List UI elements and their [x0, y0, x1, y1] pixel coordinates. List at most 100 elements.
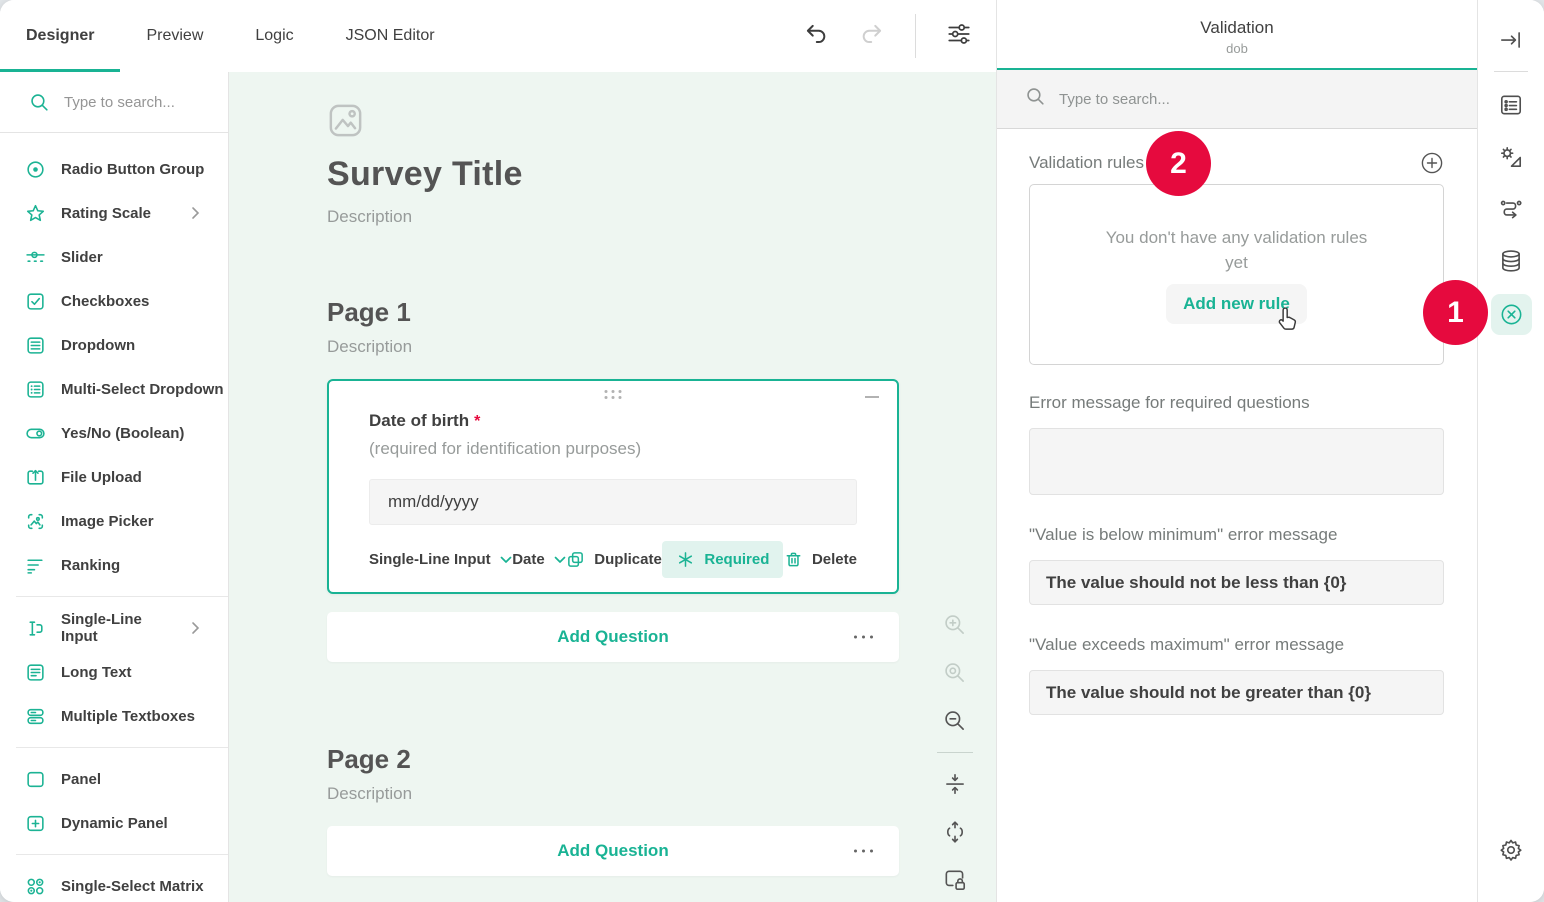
- toolbox-item-label: Panel: [61, 771, 101, 788]
- required-asterisk: *: [474, 413, 480, 430]
- collapse-question-icon[interactable]: [865, 396, 879, 398]
- dynamic-panel-icon: [25, 813, 46, 834]
- toolbox-item-label: Single-Select Matrix: [61, 878, 204, 895]
- tab-json-editor[interactable]: JSON Editor: [320, 0, 461, 72]
- toolbox-item-label: Dropdown: [61, 337, 135, 354]
- panel-icon: [25, 769, 46, 790]
- undo-button[interactable]: [803, 23, 829, 49]
- checkboxes-icon: [25, 291, 46, 312]
- survey-creator-window: Designer Preview Logic JSON Editor: [0, 0, 1544, 902]
- toolbox-item-label: Single-Line Input: [61, 611, 176, 645]
- dropdown-icon: [25, 335, 46, 356]
- tab-logic[interactable]: Logic: [229, 0, 319, 72]
- data-icon[interactable]: [1498, 248, 1524, 274]
- toolbox-item-label: Multiple Textboxes: [61, 708, 195, 725]
- settings-gear-icon[interactable]: [1498, 837, 1524, 863]
- zoom-in-icon[interactable]: [942, 612, 968, 638]
- max-error-label: "Value exceeds maximum" error message: [1029, 635, 1444, 655]
- search-icon: [29, 92, 50, 113]
- toolbox-item-label: Long Text: [61, 664, 132, 681]
- toolbox-search-input[interactable]: [64, 94, 204, 111]
- toolbox-item-label: Radio Button Group: [61, 161, 204, 178]
- collapse-all-icon[interactable]: [942, 771, 968, 797]
- date-input[interactable]: [369, 479, 857, 525]
- min-error-input[interactable]: [1029, 560, 1444, 605]
- collapse-panel-icon[interactable]: [1498, 27, 1524, 53]
- toolbox-item-file-upload[interactable]: File Upload: [0, 455, 228, 499]
- page2-title[interactable]: Page 2: [327, 744, 899, 775]
- logic-tab-icon[interactable]: [1498, 196, 1524, 222]
- expand-all-icon[interactable]: [942, 819, 968, 845]
- toolbox-item-radio-button-group[interactable]: Radio Button Group: [0, 147, 228, 191]
- max-error-field: "Value exceeds maximum" error message: [1029, 635, 1444, 715]
- duplicate-button[interactable]: Duplicate: [566, 550, 662, 569]
- toolbox-item-dropdown[interactable]: Dropdown: [0, 323, 228, 367]
- toolbox-item-ranking[interactable]: Ranking: [0, 543, 228, 587]
- redo-button[interactable]: [859, 23, 885, 49]
- toolbox-search[interactable]: [0, 72, 228, 133]
- question-type-menu-icon[interactable]: [852, 844, 875, 859]
- validation-rules-empty-state: You don't have any validation rules yet …: [1029, 184, 1444, 365]
- required-error-input[interactable]: [1029, 428, 1444, 495]
- toolbox-item-single-select-matrix[interactable]: Single-Select Matrix: [0, 864, 228, 902]
- multi-select-dropdown-icon: [25, 379, 46, 400]
- toolbox-item-multiple-textboxes[interactable]: Multiple Textboxes: [0, 694, 228, 738]
- undo-icon: [803, 21, 829, 52]
- tab-preview[interactable]: Preview: [120, 0, 229, 72]
- toolbox-item-label: Checkboxes: [61, 293, 149, 310]
- required-toggle-label: Required: [704, 551, 769, 568]
- image-placeholder-icon[interactable]: [327, 102, 364, 139]
- question-type-selector[interactable]: Single-Line Input: [369, 551, 512, 568]
- toolbox-item-boolean[interactable]: Yes/No (Boolean): [0, 411, 228, 455]
- survey-title[interactable]: Survey Title: [327, 155, 899, 194]
- input-type-label: Date: [512, 551, 545, 568]
- radio-group-icon: [25, 159, 46, 180]
- drag-handle-icon[interactable]: [605, 390, 622, 399]
- toolbox-item-dynamic-panel[interactable]: Dynamic Panel: [0, 801, 228, 845]
- tab-designer[interactable]: Designer: [0, 0, 120, 72]
- empty-state-text-line1: You don't have any validation rules: [1106, 225, 1368, 250]
- question-title[interactable]: Date of birth: [369, 411, 469, 430]
- page2-description[interactable]: Description: [327, 784, 899, 804]
- toolbox-item-panel[interactable]: Panel: [0, 757, 228, 801]
- question-type-menu-icon[interactable]: [852, 630, 875, 645]
- duplicate-icon: [566, 550, 585, 569]
- survey-description[interactable]: Description: [327, 207, 899, 227]
- input-type-selector[interactable]: Date: [512, 551, 566, 568]
- zoom-out-icon[interactable]: [942, 708, 968, 734]
- validation-category-button[interactable]: [1491, 294, 1532, 335]
- theme-icon[interactable]: [1498, 144, 1524, 170]
- strip-divider: [1494, 71, 1528, 72]
- required-toggle-button[interactable]: Required: [662, 541, 783, 578]
- toolbar-divider: [915, 14, 916, 58]
- page1-title[interactable]: Page 1: [327, 297, 899, 328]
- delete-button[interactable]: Delete: [784, 550, 857, 569]
- property-search-input[interactable]: [1059, 91, 1259, 108]
- property-panel-header: Validation dob: [997, 0, 1477, 70]
- plus-circle-icon[interactable]: [1420, 151, 1444, 175]
- toolbox-item-image-picker[interactable]: Image Picker: [0, 499, 228, 543]
- toolbox-item-long-text[interactable]: Long Text: [0, 650, 228, 694]
- top-tab-bar: Designer Preview Logic JSON Editor: [0, 0, 996, 72]
- toolbox-item-rating-scale[interactable]: Rating Scale: [0, 191, 228, 235]
- toolbox-item-single-line-input[interactable]: Single-Line Input: [0, 606, 228, 650]
- property-grid-icon[interactable]: [1498, 92, 1524, 118]
- add-question-button-page1[interactable]: Add Question: [327, 612, 899, 662]
- slider-icon: [25, 247, 46, 268]
- survey-settings-button[interactable]: [946, 23, 972, 49]
- toolbox-item-slider[interactable]: Slider: [0, 235, 228, 279]
- search-icon: [1025, 86, 1046, 112]
- page1-description[interactable]: Description: [327, 337, 899, 357]
- toolbox-item-multi-select-dropdown[interactable]: Multi-Select Dropdown: [0, 367, 228, 411]
- required-error-label: Error message for required questions: [1029, 393, 1444, 413]
- question-card-dob[interactable]: Date of birth * (required for identificat…: [327, 379, 899, 594]
- toolbox-item-checkboxes[interactable]: Checkboxes: [0, 279, 228, 323]
- question-description[interactable]: (required for identification purposes): [369, 439, 857, 459]
- chevron-right-icon[interactable]: [191, 621, 200, 635]
- add-question-button-page2[interactable]: Add Question: [327, 826, 899, 876]
- lock-questions-icon[interactable]: [942, 867, 968, 893]
- max-error-input[interactable]: [1029, 670, 1444, 715]
- property-search[interactable]: [997, 70, 1477, 129]
- zoom-actual-size-icon[interactable]: [942, 660, 968, 686]
- chevron-right-icon[interactable]: [191, 206, 200, 220]
